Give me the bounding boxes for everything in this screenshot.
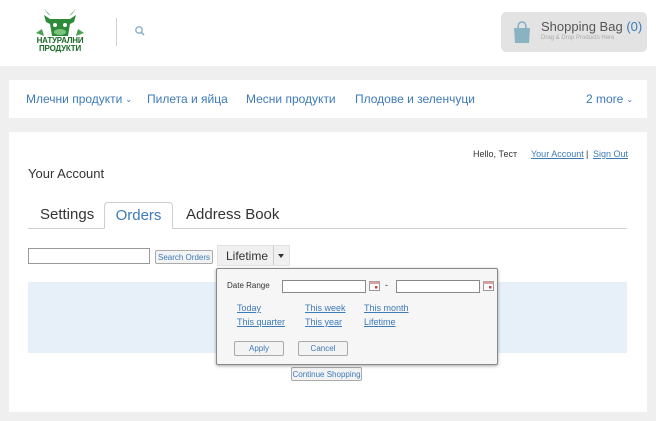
nav-item-dairy[interactable]: Млечни продукти ⌄: [26, 92, 132, 106]
shopping-bag-icon: [514, 21, 530, 43]
search-icon[interactable]: [133, 24, 147, 38]
dropdown-arrow-icon[interactable]: [273, 246, 289, 265]
nav-item-label: Плодове и зеленчуци: [355, 92, 475, 106]
range-this-year[interactable]: This year: [305, 317, 342, 327]
date-to-input[interactable]: [396, 280, 480, 293]
search-orders-button[interactable]: Search Orders: [155, 250, 213, 264]
range-this-quarter[interactable]: This quarter: [237, 317, 285, 327]
range-this-week[interactable]: This week: [305, 303, 346, 313]
calendar-icon[interactable]: [483, 281, 494, 291]
chevron-down-icon: ⌄: [626, 95, 634, 104]
greeting: Hello, Тест: [473, 149, 518, 159]
logo-text-line2: ПРОДУКТИ: [39, 44, 81, 53]
tab-orders[interactable]: Orders: [104, 202, 173, 229]
shopping-bag[interactable]: Shopping Bag (0) Drag & Drop Products He…: [501, 12, 647, 52]
nav-item-label: Месни продукти: [246, 92, 336, 106]
range-this-month[interactable]: This month: [364, 303, 409, 313]
nav-item-label: Млечни продукти: [26, 92, 123, 106]
nav-item-more[interactable]: 2 more ⌄: [586, 92, 633, 106]
shopping-bag-count: (0): [626, 19, 643, 34]
range-lifetime[interactable]: Lifetime: [364, 317, 396, 327]
calendar-icon[interactable]: [369, 281, 380, 291]
page-title: Your Account: [28, 166, 105, 181]
logo-text: НАТУРАЛНИ ПРОДУКТИ: [30, 37, 90, 53]
tab-settings[interactable]: Settings: [40, 202, 94, 228]
nav-item-chicken-eggs[interactable]: Пилета и яйца: [147, 92, 228, 106]
chevron-down-icon: ⌄: [125, 95, 133, 104]
tab-address-book[interactable]: Address Book: [186, 202, 279, 228]
date-range-dash: -: [385, 280, 388, 290]
your-account-link[interactable]: Your Account: [531, 149, 584, 159]
sign-out-link[interactable]: Sign Out: [593, 149, 628, 159]
cancel-button[interactable]: Cancel: [298, 341, 348, 356]
orders-search-input[interactable]: [28, 248, 150, 264]
period-select-value: Lifetime: [226, 249, 269, 263]
period-select[interactable]: Lifetime: [217, 245, 290, 266]
continue-shopping-button[interactable]: Continue Shopping: [291, 367, 362, 381]
date-range-popup: Date Range - Today This week This month …: [216, 268, 498, 365]
date-range-label: Date Range: [227, 281, 270, 290]
range-today[interactable]: Today: [237, 303, 261, 313]
site-header: НАТУРАЛНИ ПРОДУКТИ Shopping Bag (0) Drag…: [0, 0, 656, 66]
nav-item-label: Пилета и яйца: [147, 92, 228, 106]
shopping-bag-title: Shopping Bag (0): [541, 19, 642, 34]
shopping-bag-label: Shopping Bag: [541, 19, 623, 34]
date-from-input[interactable]: [282, 280, 366, 293]
shopping-bag-subtitle: Drag & Drop Products Here: [541, 35, 615, 41]
apply-button[interactable]: Apply: [234, 341, 284, 356]
nav-item-meat[interactable]: Месни продукти: [246, 92, 336, 106]
link-separator: |: [586, 149, 589, 159]
cow-logo-icon: [36, 9, 84, 36]
nav-item-label: 2 more: [586, 92, 624, 106]
nav-item-fruits-vegetables[interactable]: Плодове и зеленчуци: [355, 92, 475, 106]
category-nav: Млечни продукти ⌄ Пилета и яйца Месни про…: [9, 80, 647, 118]
header-divider: [116, 18, 117, 46]
